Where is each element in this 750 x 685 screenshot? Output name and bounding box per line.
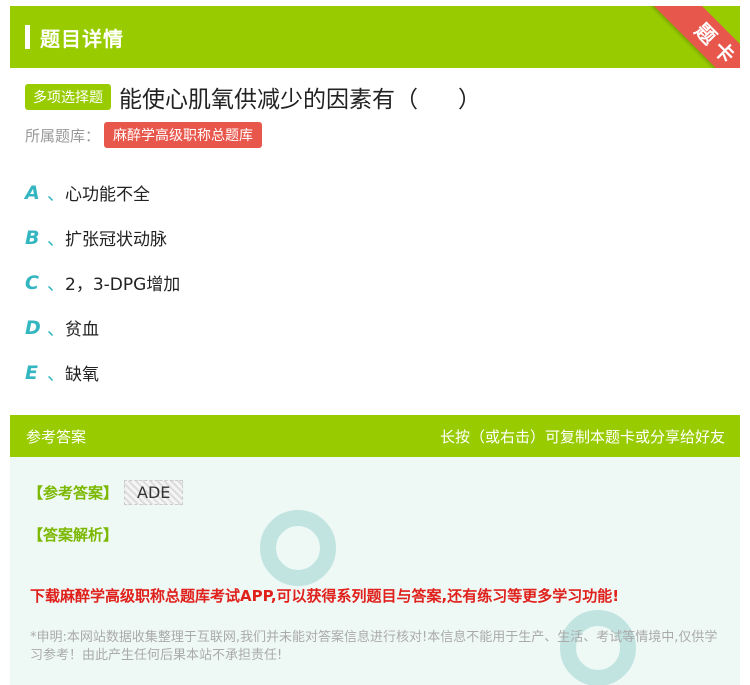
question-section: 多项选择题 能使心肌氧供减少的因素有（ ） 所属题库： 麻醉学高级职称总题库 A… [10, 68, 740, 395]
option-letter: A [25, 181, 40, 204]
option-text: 心功能不全 [65, 185, 150, 205]
answer-section: 参考答案 长按（或右击）可复制本题卡或分享给好友 【参考答案】 ADE 【答案解… [10, 415, 740, 685]
option-c[interactable]: C 、 2，3-DPG增加 [25, 260, 740, 305]
corner-ribbon: 题卡 [640, 6, 740, 68]
option-d[interactable]: D 、 贫血 [25, 305, 740, 350]
header-accent-bar [25, 25, 30, 49]
answer-value[interactable]: ADE [124, 479, 184, 505]
analysis-label: 【答案解析】 [28, 525, 119, 544]
question-type-badge: 多项选择题 [25, 84, 111, 110]
page-title: 题目详情 [40, 26, 124, 51]
option-text: 缺氧 [65, 365, 99, 385]
option-separator: 、 [47, 228, 65, 250]
option-b[interactable]: B 、 扩张冠状动脉 [25, 215, 740, 260]
bank-label: 所属题库： [25, 126, 101, 145]
option-separator: 、 [47, 273, 65, 295]
option-separator: 、 [47, 183, 65, 205]
question-paren-close: ） [458, 87, 481, 113]
option-separator: 、 [47, 363, 65, 385]
bank-link[interactable]: 麻醉学高级职称总题库 [104, 122, 263, 148]
option-a[interactable]: A 、 心功能不全 [25, 170, 740, 215]
option-letter: D [25, 316, 41, 339]
question-line: 多项选择题 能使心肌氧供减少的因素有（ ） [25, 80, 740, 114]
disclaimer-text: *申明:本网站数据收集整理于互联网,我们并未能对答案信息进行核对!本信息不能用于… [30, 630, 718, 663]
option-text: 扩张冠状动脉 [65, 230, 167, 250]
option-e[interactable]: E 、 缺氧 [25, 350, 740, 395]
card-header: 题目详情 题卡 [10, 6, 740, 68]
answer-header-title: 参考答案 [26, 427, 87, 446]
question-card: 题目详情 题卡 多项选择题 能使心肌氧供减少的因素有（ ） 所属题库： 麻醉学高… [10, 6, 740, 395]
ribbon-label: 题卡 [651, 6, 740, 68]
answer-label: 【参考答案】 [28, 483, 119, 502]
answer-row: 【参考答案】 ADE [28, 477, 740, 507]
options-list: A 、 心功能不全 B 、 扩张冠状动脉 C 、 2，3-DPG增加 D 、 贫… [25, 170, 740, 395]
option-letter: E [25, 361, 38, 384]
option-text: 贫血 [65, 320, 99, 340]
answer-body: 【参考答案】 ADE 【答案解析】 下载麻醉学高级职称总题库考试APP,可以获得… [10, 457, 740, 663]
question-text: 能使心肌氧供减少的因素有（ [119, 87, 418, 113]
option-text: 2，3-DPG增加 [65, 275, 181, 295]
download-app-link[interactable]: 下载麻醉学高级职称总题库考试APP,可以获得系列题目与答案,还有练习等更多学习功… [30, 585, 619, 606]
analysis-row: 【答案解析】 [28, 519, 740, 549]
question-bank-line: 所属题库： 麻醉学高级职称总题库 [25, 122, 740, 148]
option-separator: 、 [47, 318, 65, 340]
option-letter: C [25, 271, 39, 294]
share-hint: 长按（或右击）可复制本题卡或分享给好友 [439, 427, 725, 446]
option-letter: B [25, 226, 40, 249]
answer-header: 参考答案 长按（或右击）可复制本题卡或分享给好友 [10, 415, 740, 457]
